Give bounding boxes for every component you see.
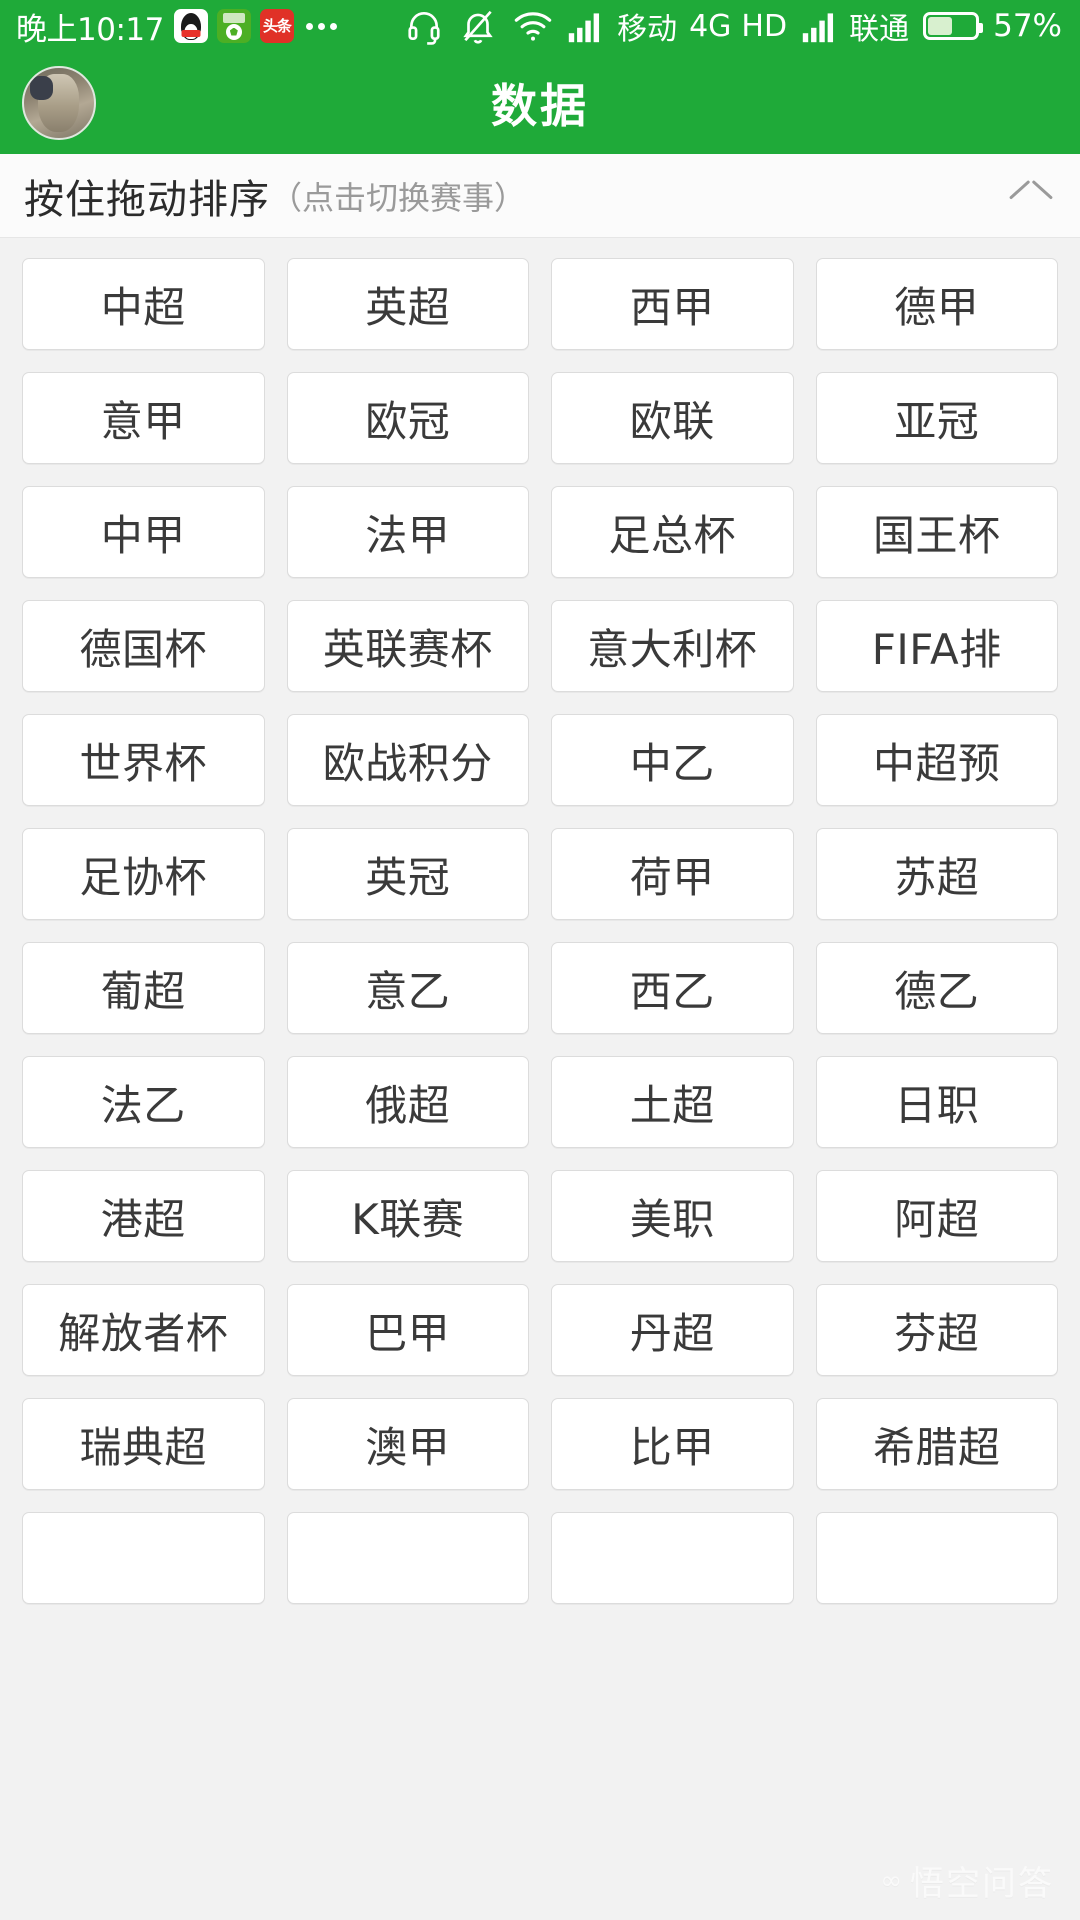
league-cell[interactable]: 阿超 [815, 1170, 1058, 1262]
league-cell[interactable]: 西甲 [551, 258, 794, 350]
sort-hint-main-label: 按住拖动排序 [24, 176, 270, 223]
green-ball-app-icon [216, 9, 251, 43]
league-cell[interactable] [286, 1512, 529, 1604]
league-cell[interactable]: 英联赛杯 [286, 600, 529, 692]
hd-indicator: HD [741, 8, 788, 44]
sort-hint-header[interactable]: 按住拖动排序 （点击切换赛事） [0, 154, 1080, 238]
chevron-up-icon[interactable] [1008, 181, 1054, 211]
league-cell[interactable]: 法甲 [286, 486, 529, 578]
league-cell[interactable]: 希腊超 [815, 1398, 1058, 1490]
league-cell[interactable]: 巴甲 [286, 1284, 529, 1376]
league-cell[interactable]: 足总杯 [551, 486, 794, 578]
signal-bars-icon-2 [801, 9, 837, 43]
league-cell[interactable]: 葡超 [22, 942, 265, 1034]
league-cell[interactable] [551, 1512, 794, 1604]
more-dots-icon [305, 22, 337, 30]
league-cell[interactable]: 德乙 [815, 942, 1058, 1034]
league-cell[interactable]: 足协杯 [22, 828, 265, 920]
league-cell[interactable]: 欧冠 [286, 372, 529, 464]
league-cell[interactable]: 中超预 [815, 714, 1058, 806]
league-cell[interactable]: 法乙 [22, 1056, 265, 1148]
qq-icon [173, 9, 208, 43]
battery-percent-label: 57% [993, 8, 1062, 44]
league-cell[interactable]: 中甲 [22, 486, 265, 578]
league-cell[interactable]: 英超 [286, 258, 529, 350]
league-cell[interactable]: 意乙 [286, 942, 529, 1034]
league-cell[interactable] [22, 1512, 265, 1604]
network-type-label: 4G [689, 8, 732, 44]
league-cell[interactable] [815, 1512, 1058, 1604]
league-cell[interactable]: 西乙 [551, 942, 794, 1034]
league-grid-container[interactable]: 中超 英超 西甲 德甲意甲 欧冠 欧联 亚冠中甲 法甲 足总杯 国王杯德国杯 英联赛杯 意大利杯 FIF… [0, 238, 1080, 1919]
carrier-name-2: 联通 [849, 12, 910, 47]
league-cell[interactable]: 日职 [815, 1056, 1058, 1148]
toutiao-icon-label: 头条 [262, 16, 292, 35]
user-avatar[interactable] [22, 66, 96, 140]
status-bar-clock: 晚上10:17 [16, 11, 164, 48]
league-cell[interactable]: 比甲 [551, 1398, 794, 1490]
league-cell[interactable]: 中超 [22, 258, 265, 350]
league-cell[interactable]: K联赛 [286, 1170, 529, 1262]
bell-muted-icon [459, 7, 497, 45]
signal-bars-icon-1 [567, 9, 603, 43]
app-bar: 数据 [0, 52, 1080, 154]
league-cell[interactable]: 意大利杯 [551, 600, 794, 692]
league-cell[interactable]: 英冠 [286, 828, 529, 920]
watermark: ∞ 悟空问答 [880, 1856, 1054, 1905]
league-cell[interactable]: 解放者杯 [22, 1284, 265, 1376]
league-cell[interactable]: 俄超 [286, 1056, 529, 1148]
league-cell[interactable]: 意甲 [22, 372, 265, 464]
league-cell[interactable]: 苏超 [815, 828, 1058, 920]
league-cell[interactable]: 丹超 [551, 1284, 794, 1376]
league-cell[interactable]: 港超 [22, 1170, 265, 1262]
status-bar: 晚上10:17 头条 移动 4G HD 联通 57% [0, 0, 1080, 52]
league-cell[interactable]: 国王杯 [815, 486, 1058, 578]
league-cell[interactable]: 土超 [551, 1056, 794, 1148]
watermark-logo-icon: ∞ [880, 1865, 902, 1896]
league-cell[interactable]: 欧战积分 [286, 714, 529, 806]
league-cell[interactable]: 欧联 [551, 372, 794, 464]
league-cell[interactable]: 美职 [551, 1170, 794, 1262]
league-cell[interactable]: FIFA排 [815, 600, 1058, 692]
watermark-text: 悟空问答 [910, 1864, 1054, 1904]
league-cell[interactable]: 中乙 [551, 714, 794, 806]
carrier-name-1: 移动 [617, 12, 678, 47]
league-cell[interactable]: 德甲 [815, 258, 1058, 350]
battery-icon [923, 12, 984, 40]
league-cell[interactable]: 荷甲 [551, 828, 794, 920]
sort-hint-sub-label: （点击切换赛事） [270, 178, 527, 217]
status-bar-system-icons: 移动 4G HD 联通 57% [405, 4, 1062, 48]
toutiao-icon: 头条 [259, 9, 294, 43]
status-bar-notification-icons: 头条 [173, 9, 294, 43]
league-cell[interactable]: 澳甲 [286, 1398, 529, 1490]
league-cell[interactable]: 瑞典超 [22, 1398, 265, 1490]
league-cell[interactable]: 亚冠 [815, 372, 1058, 464]
league-cell[interactable]: 世界杯 [22, 714, 265, 806]
headset-icon [405, 7, 443, 45]
page-title: 数据 [491, 79, 589, 133]
league-cell[interactable]: 芬超 [815, 1284, 1058, 1376]
league-grid: 中超 英超 西甲 德甲意甲 欧冠 欧联 亚冠中甲 法甲 足总杯 国王杯德国杯 英联赛杯 意大利杯 FIF… [22, 258, 1058, 1604]
league-cell[interactable]: 德国杯 [22, 600, 265, 692]
wifi-icon [513, 8, 553, 44]
